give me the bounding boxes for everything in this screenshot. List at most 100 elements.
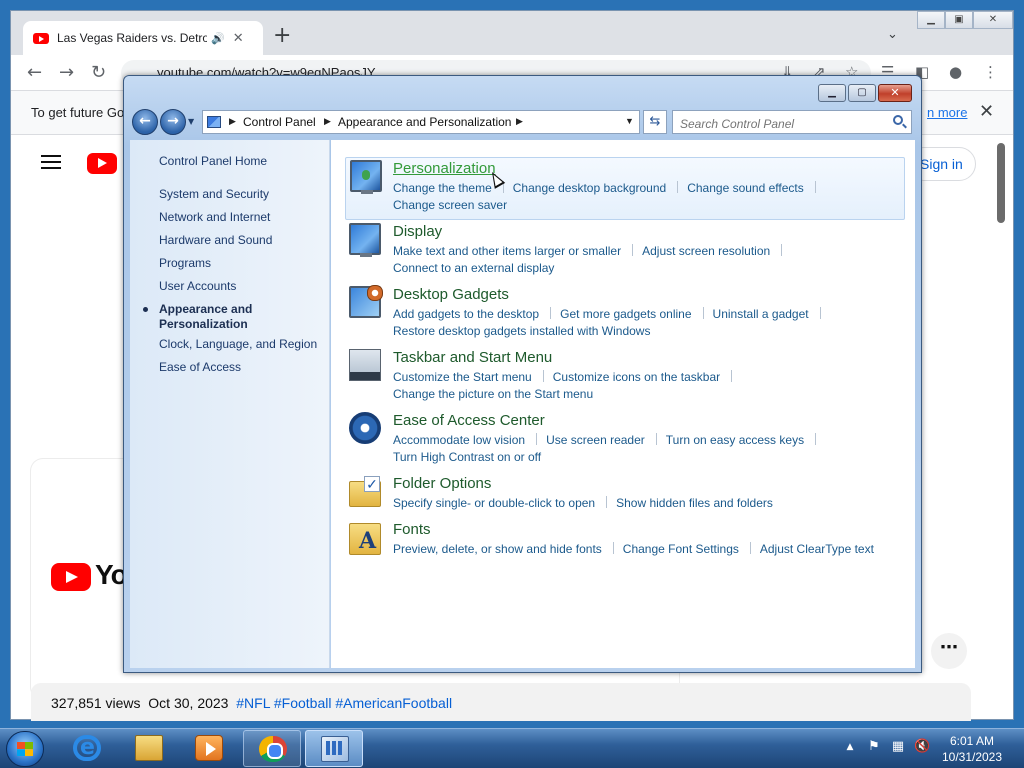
personalization-icon[interactable] <box>350 160 382 194</box>
address-bar[interactable]: ▶ Control Panel ▶ Appearance and Persona… <box>202 110 640 134</box>
profile-icon[interactable]: ● <box>949 65 962 80</box>
chevron-right-icon[interactable]: ▶ <box>229 116 236 127</box>
info-bar-close-icon[interactable]: ✕ <box>979 101 994 122</box>
youtube-logo-icon[interactable] <box>87 153 117 174</box>
task-link[interactable]: Make text and other items larger or smal… <box>393 244 621 258</box>
refresh-icon[interactable]: ⇆ <box>643 110 667 134</box>
cp-maximize-button[interactable]: ▢ <box>848 84 876 102</box>
task-link[interactable]: Use screen reader <box>546 433 645 447</box>
task-link[interactable]: Get more gadgets online <box>560 307 691 321</box>
task-link[interactable]: Change screen saver <box>393 198 507 212</box>
task-link[interactable]: Turn High Contrast on or off <box>393 450 541 464</box>
task-link[interactable]: Connect to an external display <box>393 261 554 275</box>
task-link[interactable]: Change desktop background <box>513 181 666 195</box>
search-input[interactable] <box>672 110 912 134</box>
tab-strip: Las Vegas Raiders vs. Detroit 🔊 ✕ + ⌄ ▁ … <box>11 11 1013 55</box>
reload-icon[interactable]: ↻ <box>91 63 106 83</box>
taskbar-item-chrome[interactable] <box>243 730 301 767</box>
task-link[interactable]: Restore desktop gadgets installed with W… <box>393 324 650 338</box>
category-links: Preview, delete, or show and hide fonts C… <box>393 541 903 558</box>
recent-pages-icon[interactable]: ▼ <box>188 117 194 126</box>
task-link[interactable]: Specify single- or double-click to open <box>393 496 595 510</box>
taskbar-item-internet-explorer[interactable] <box>58 730 116 767</box>
breadcrumb-appearance[interactable]: Appearance and Personalization <box>338 115 511 129</box>
minimize-button[interactable]: ▁ <box>917 11 945 29</box>
task-link[interactable]: Adjust ClearType text <box>760 542 874 556</box>
new-tab-button[interactable]: + <box>273 25 291 47</box>
control-panel-window: ▁ ▢ ✕ ← → ▼ ▶ Control Panel ▶ Appearance… <box>123 75 922 673</box>
category-title[interactable]: Ease of Access Center <box>393 412 545 429</box>
browser-tab[interactable]: Las Vegas Raiders vs. Detroit 🔊 ✕ <box>23 21 263 55</box>
network-icon[interactable]: ▦ <box>890 739 906 755</box>
taskbar-item-media-player[interactable] <box>180 730 238 767</box>
address-dropdown-icon[interactable]: ▼ <box>625 116 634 126</box>
tab-title: Las Vegas Raiders vs. Detroit <box>57 31 207 45</box>
taskbar-item-control-panel[interactable] <box>305 730 363 767</box>
category-taskbar-start-menu: Taskbar and Start Menu Customize the Sta… <box>345 347 905 403</box>
taskbar-item-explorer[interactable] <box>120 730 178 767</box>
nav-system-and-security[interactable]: System and Security <box>159 187 269 202</box>
chevron-right-icon[interactable]: ▶ <box>324 116 331 127</box>
category-title[interactable]: Personalization <box>393 160 496 177</box>
video-meta: 327,851 views Oct 30, 2023 #NFL #Footbal… <box>51 695 452 711</box>
gadgets-icon[interactable] <box>349 285 383 318</box>
volume-muted-icon[interactable]: 🔇 <box>914 739 930 755</box>
speaker-icon[interactable]: 🔊 <box>211 32 225 45</box>
left-navigation-pane: Control Panel Home System and Security N… <box>130 140 330 668</box>
chevron-right-icon[interactable]: ▶ <box>516 116 523 127</box>
menu-icon[interactable]: ⋮ <box>983 65 998 80</box>
back-icon[interactable]: ← <box>27 63 42 83</box>
action-center-flag-icon[interactable]: ⚑ <box>866 739 882 755</box>
maximize-button[interactable]: ▣ <box>945 11 973 29</box>
back-button[interactable]: ← <box>132 109 158 135</box>
show-hidden-icons-icon[interactable]: ▲ <box>842 739 858 755</box>
task-link[interactable]: Add gadgets to the desktop <box>393 307 539 321</box>
forward-icon[interactable]: → <box>59 63 74 83</box>
task-link[interactable]: Show hidden files and folders <box>616 496 773 510</box>
category-title[interactable]: Desktop Gadgets <box>393 286 509 303</box>
control-panel-home-link[interactable]: Control Panel Home <box>159 154 267 169</box>
category-title[interactable]: Folder Options <box>393 475 491 492</box>
system-clock[interactable]: 6:01 AM 10/31/2023 <box>935 733 1009 765</box>
task-link[interactable]: Customize the Start menu <box>393 370 532 384</box>
task-link[interactable]: Change the theme <box>393 181 492 195</box>
task-link[interactable]: Uninstall a gadget <box>713 307 809 321</box>
nav-network-and-internet[interactable]: Network and Internet <box>159 210 270 225</box>
folder-options-icon[interactable] <box>349 476 381 507</box>
tab-close-icon[interactable]: ✕ <box>233 31 244 46</box>
hamburger-menu-icon[interactable] <box>41 155 61 169</box>
scrollbar-thumb[interactable] <box>997 143 1005 223</box>
task-link[interactable]: Customize icons on the taskbar <box>553 370 720 384</box>
start-button[interactable] <box>6 731 44 767</box>
upload-date: Oct 30, 2023 <box>148 695 229 711</box>
ease-of-access-icon[interactable] <box>349 412 381 444</box>
category-title[interactable]: Fonts <box>393 521 431 538</box>
fonts-icon[interactable] <box>349 523 381 555</box>
display-icon[interactable] <box>349 223 381 257</box>
more-actions-button[interactable]: ⋯ <box>931 633 967 669</box>
forward-button[interactable]: → <box>160 109 186 135</box>
cp-minimize-button[interactable]: ▁ <box>818 84 846 102</box>
breadcrumb-control-panel[interactable]: Control Panel <box>243 115 316 129</box>
task-link[interactable]: Turn on easy access keys <box>666 433 804 447</box>
category-title[interactable]: Taskbar and Start Menu <box>393 349 552 366</box>
nav-hardware-and-sound[interactable]: Hardware and Sound <box>159 233 272 248</box>
task-link[interactable]: Adjust screen resolution <box>642 244 770 258</box>
task-link[interactable]: Preview, delete, or show and hide fonts <box>393 542 602 556</box>
task-link[interactable]: Change Font Settings <box>623 542 739 556</box>
nav-ease-of-access[interactable]: Ease of Access <box>159 360 241 375</box>
taskbar-icon[interactable] <box>349 349 381 381</box>
nav-clock-language-region[interactable]: Clock, Language, and Region <box>159 337 317 352</box>
tab-search-icon[interactable]: ⌄ <box>887 27 898 42</box>
nav-programs[interactable]: Programs <box>159 256 211 271</box>
info-bar-link[interactable]: n more <box>927 105 967 120</box>
task-link[interactable]: Accommodate low vision <box>393 433 525 447</box>
cp-close-button[interactable]: ✕ <box>878 84 912 102</box>
task-link[interactable]: Change the picture on the Start menu <box>393 387 593 401</box>
task-link[interactable]: Change sound effects <box>687 181 804 195</box>
close-button[interactable]: ✕ <box>973 11 1013 29</box>
nav-user-accounts[interactable]: User Accounts <box>159 279 236 294</box>
video-tags[interactable]: #NFL #Football #AmericanFootball <box>236 695 452 711</box>
category-title[interactable]: Display <box>393 223 442 240</box>
search-icon[interactable] <box>893 115 903 125</box>
